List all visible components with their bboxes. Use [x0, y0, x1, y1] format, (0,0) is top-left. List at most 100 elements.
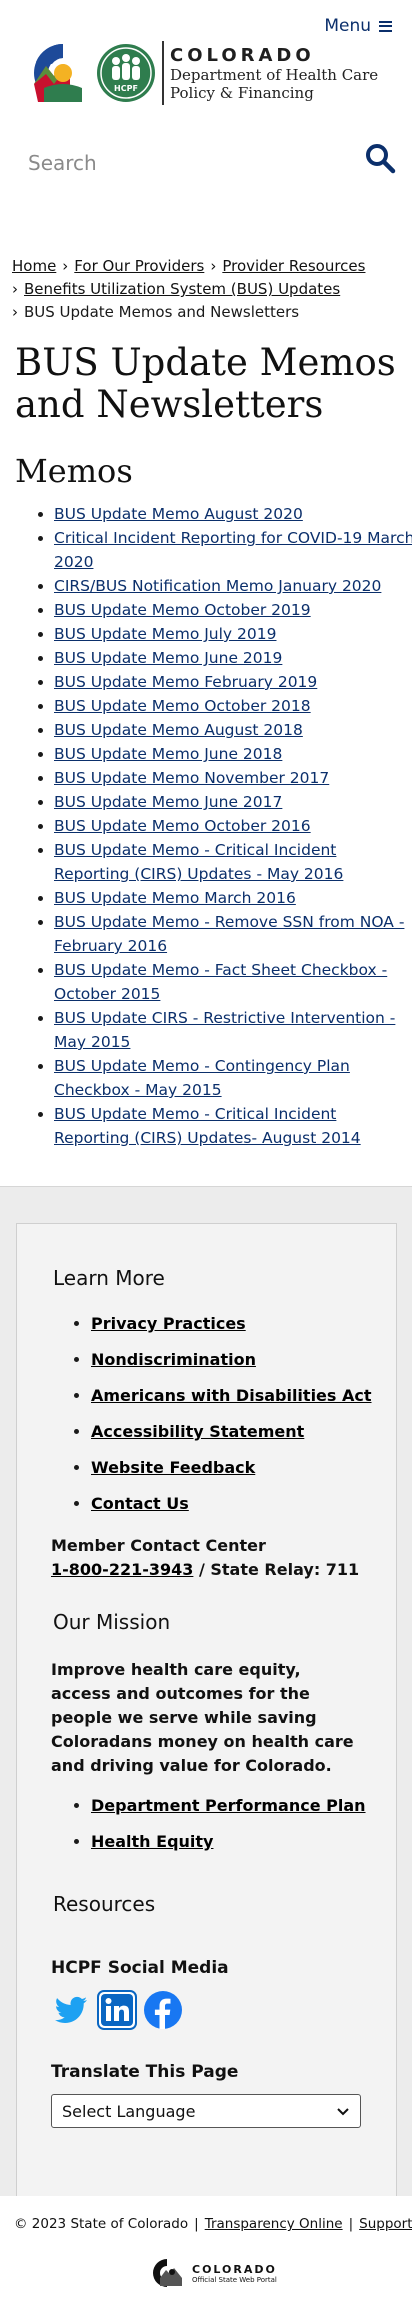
contact-center-label: Member Contact Center	[51, 1536, 266, 1555]
memo-link[interactable]: BUS Update Memo June 2019	[54, 649, 282, 667]
list-item: BUS Update Memo June 2017	[54, 790, 412, 814]
learn-more-links: Privacy Practices Nondiscrimination Amer…	[69, 1306, 372, 1522]
memo-link[interactable]: BUS Update Memo - Contingency Plan Check…	[54, 1057, 350, 1099]
social-links	[51, 1990, 183, 2030]
memo-link[interactable]: BUS Update Memo October 2019	[54, 601, 311, 619]
logo-divider	[162, 41, 164, 105]
list-item: Critical Incident Reporting for COVID-19…	[54, 526, 412, 574]
memo-link[interactable]: BUS Update Memo October 2016	[54, 817, 311, 835]
memo-link[interactable]: BUS Update Memo July 2019	[54, 625, 276, 643]
breadcrumb-current: BUS Update Memos and Newsletters	[24, 303, 300, 321]
dept-name-line2: Policy & Financing	[170, 83, 314, 102]
list-item: BUS Update Memo August 2020	[54, 502, 412, 526]
list-item: BUS Update Memo June 2018	[54, 742, 412, 766]
memo-link[interactable]: BUS Update Memo June 2018	[54, 745, 282, 763]
search-input[interactable]	[26, 146, 330, 180]
memo-link[interactable]: BUS Update Memo - Fact Sheet Checkbox - …	[54, 961, 387, 1003]
colorado-c-logo-icon	[34, 43, 82, 102]
footer-link-nondiscrimination[interactable]: Nondiscrimination	[91, 1350, 256, 1369]
footer-link-health-equity[interactable]: Health Equity	[91, 1832, 213, 1851]
copyright-line: © 2023 State of Colorado | Transparency On…	[14, 2216, 412, 2232]
twitter-icon[interactable]	[51, 1990, 91, 2030]
mission-links: Department Performance Plan Health Equit…	[69, 1788, 366, 1860]
list-item: BUS Update Memo - Critical Incident Repo…	[54, 838, 412, 886]
search-icon[interactable]	[364, 142, 396, 174]
breadcrumb-provider-resources[interactable]: Provider Resources	[222, 257, 365, 275]
menu-button[interactable]: Menu	[324, 16, 392, 36]
list-item: BUS Update Memo October 2016	[54, 814, 412, 838]
memo-link[interactable]: BUS Update Memo June 2017	[54, 793, 282, 811]
footer-link-performance-plan[interactable]: Department Performance Plan	[91, 1796, 366, 1815]
list-item: BUS Update Memo February 2019	[54, 670, 412, 694]
breadcrumb: Home › For Our Providers › Provider Resource…	[12, 255, 402, 324]
state-portal-logo[interactable]: COLORADO Official State Web Portal	[152, 2258, 277, 2288]
list-item: Privacy Practices	[91, 1306, 372, 1342]
contact-phone-line: 1-800-221-3943 / State Relay: 711	[51, 1558, 359, 1582]
linkedin-icon[interactable]	[97, 1990, 137, 2030]
footer-link-feedback[interactable]: Website Feedback	[91, 1458, 255, 1477]
memo-link[interactable]: BUS Update Memo August 2020	[54, 505, 303, 523]
footer-link-contact[interactable]: Contact Us	[91, 1494, 189, 1513]
menu-label: Menu	[324, 16, 371, 36]
resources-heading: Resources	[53, 1892, 156, 1916]
colorado-portal-logo-icon	[153, 2259, 182, 2287]
breadcrumb-bus-updates[interactable]: Benefits Utilization System (BUS) Update…	[24, 280, 340, 298]
list-item: BUS Update CIRS - Restrictive Interventi…	[54, 1006, 412, 1054]
breadcrumb-providers[interactable]: For Our Providers	[74, 257, 204, 275]
list-item: BUS Update Memo June 2019	[54, 646, 412, 670]
language-select[interactable]: Select Language	[51, 2094, 361, 2128]
memo-link[interactable]: BUS Update Memo August 2018	[54, 721, 303, 739]
chevron-right-icon: ›	[12, 303, 18, 321]
site-logo[interactable]: HCPF COLORADO Department of Health Care …	[24, 40, 378, 106]
footer-link-accessibility[interactable]: Accessibility Statement	[91, 1422, 304, 1441]
translate-heading: Translate This Page	[51, 2062, 239, 2082]
memo-list: BUS Update Memo August 2020 Critical Inc…	[32, 502, 412, 1150]
chevron-right-icon: ›	[62, 257, 69, 275]
facebook-icon[interactable]	[143, 1990, 183, 2030]
memo-link[interactable]: BUS Update Memo November 2017	[54, 769, 329, 787]
list-item: Americans with Disabilities Act	[91, 1378, 372, 1414]
memo-link[interactable]: BUS Update Memo - Critical Incident Repo…	[54, 1105, 361, 1147]
footer-link-privacy[interactable]: Privacy Practices	[91, 1314, 246, 1333]
bottom-bar: © 2023 State of Colorado | Transparency On…	[0, 2196, 412, 2310]
breadcrumb-home[interactable]: Home	[12, 257, 56, 275]
colorado-wordmark: COLORADO	[170, 44, 315, 66]
list-item: Website Feedback	[91, 1450, 372, 1486]
hamburger-icon	[379, 20, 392, 32]
memo-link[interactable]: BUS Update Memo February 2019	[54, 673, 317, 691]
memo-link[interactable]: BUS Update Memo - Remove SSN from NOA - …	[54, 913, 404, 955]
site-header: Menu HCPF COLORADO Department of Health …	[0, 0, 412, 130]
list-item: CIRS/BUS Notification Memo January 2020	[54, 574, 412, 598]
contact-phone-link[interactable]: 1-800-221-3943	[51, 1560, 193, 1579]
list-item: Nondiscrimination	[91, 1342, 372, 1378]
state-portal-subtitle: Official State Web Portal	[192, 2275, 277, 2284]
hcpf-badge-text: HCPF	[114, 84, 138, 93]
language-select-value: Select Language	[62, 2101, 196, 2121]
memo-link[interactable]: CIRS/BUS Notification Memo January 2020	[54, 577, 381, 595]
separator: |	[194, 2216, 199, 2232]
transparency-link[interactable]: Transparency Online	[205, 2216, 343, 2232]
memo-link[interactable]: BUS Update Memo October 2018	[54, 697, 311, 715]
list-item: BUS Update Memo - Remove SSN from NOA - …	[54, 910, 412, 958]
list-item: Health Equity	[91, 1824, 366, 1860]
memo-link[interactable]: BUS Update Memo March 2016	[54, 889, 296, 907]
list-item: BUS Update Memo August 2018	[54, 718, 412, 742]
section-title-memos: Memos	[15, 452, 133, 490]
hcpf-logo-icon: HCPF	[97, 44, 155, 102]
list-item: BUS Update Memo October 2018	[54, 694, 412, 718]
list-item: BUS Update Memo March 2016	[54, 886, 412, 910]
chevron-right-icon: ›	[12, 280, 18, 298]
memo-link[interactable]: Critical Incident Reporting for COVID-19…	[54, 529, 412, 571]
chevron-right-icon: ›	[210, 257, 217, 275]
support-link[interactable]: Support	[359, 2216, 412, 2232]
memo-link[interactable]: BUS Update Memo - Critical Incident Repo…	[54, 841, 343, 883]
chevron-down-icon	[337, 2108, 349, 2116]
memo-link[interactable]: BUS Update CIRS - Restrictive Interventi…	[54, 1009, 395, 1051]
list-item: BUS Update Memo - Fact Sheet Checkbox - …	[54, 958, 412, 1006]
state-portal-title: COLORADO	[192, 2262, 277, 2276]
list-item: Department Performance Plan	[91, 1788, 366, 1824]
footer-link-ada[interactable]: Americans with Disabilities Act	[91, 1386, 372, 1405]
state-relay-text: / State Relay: 711	[198, 1560, 360, 1579]
state-portal-text: COLORADO Official State Web Portal	[192, 2263, 277, 2284]
list-item: BUS Update Memo October 2019	[54, 598, 412, 622]
